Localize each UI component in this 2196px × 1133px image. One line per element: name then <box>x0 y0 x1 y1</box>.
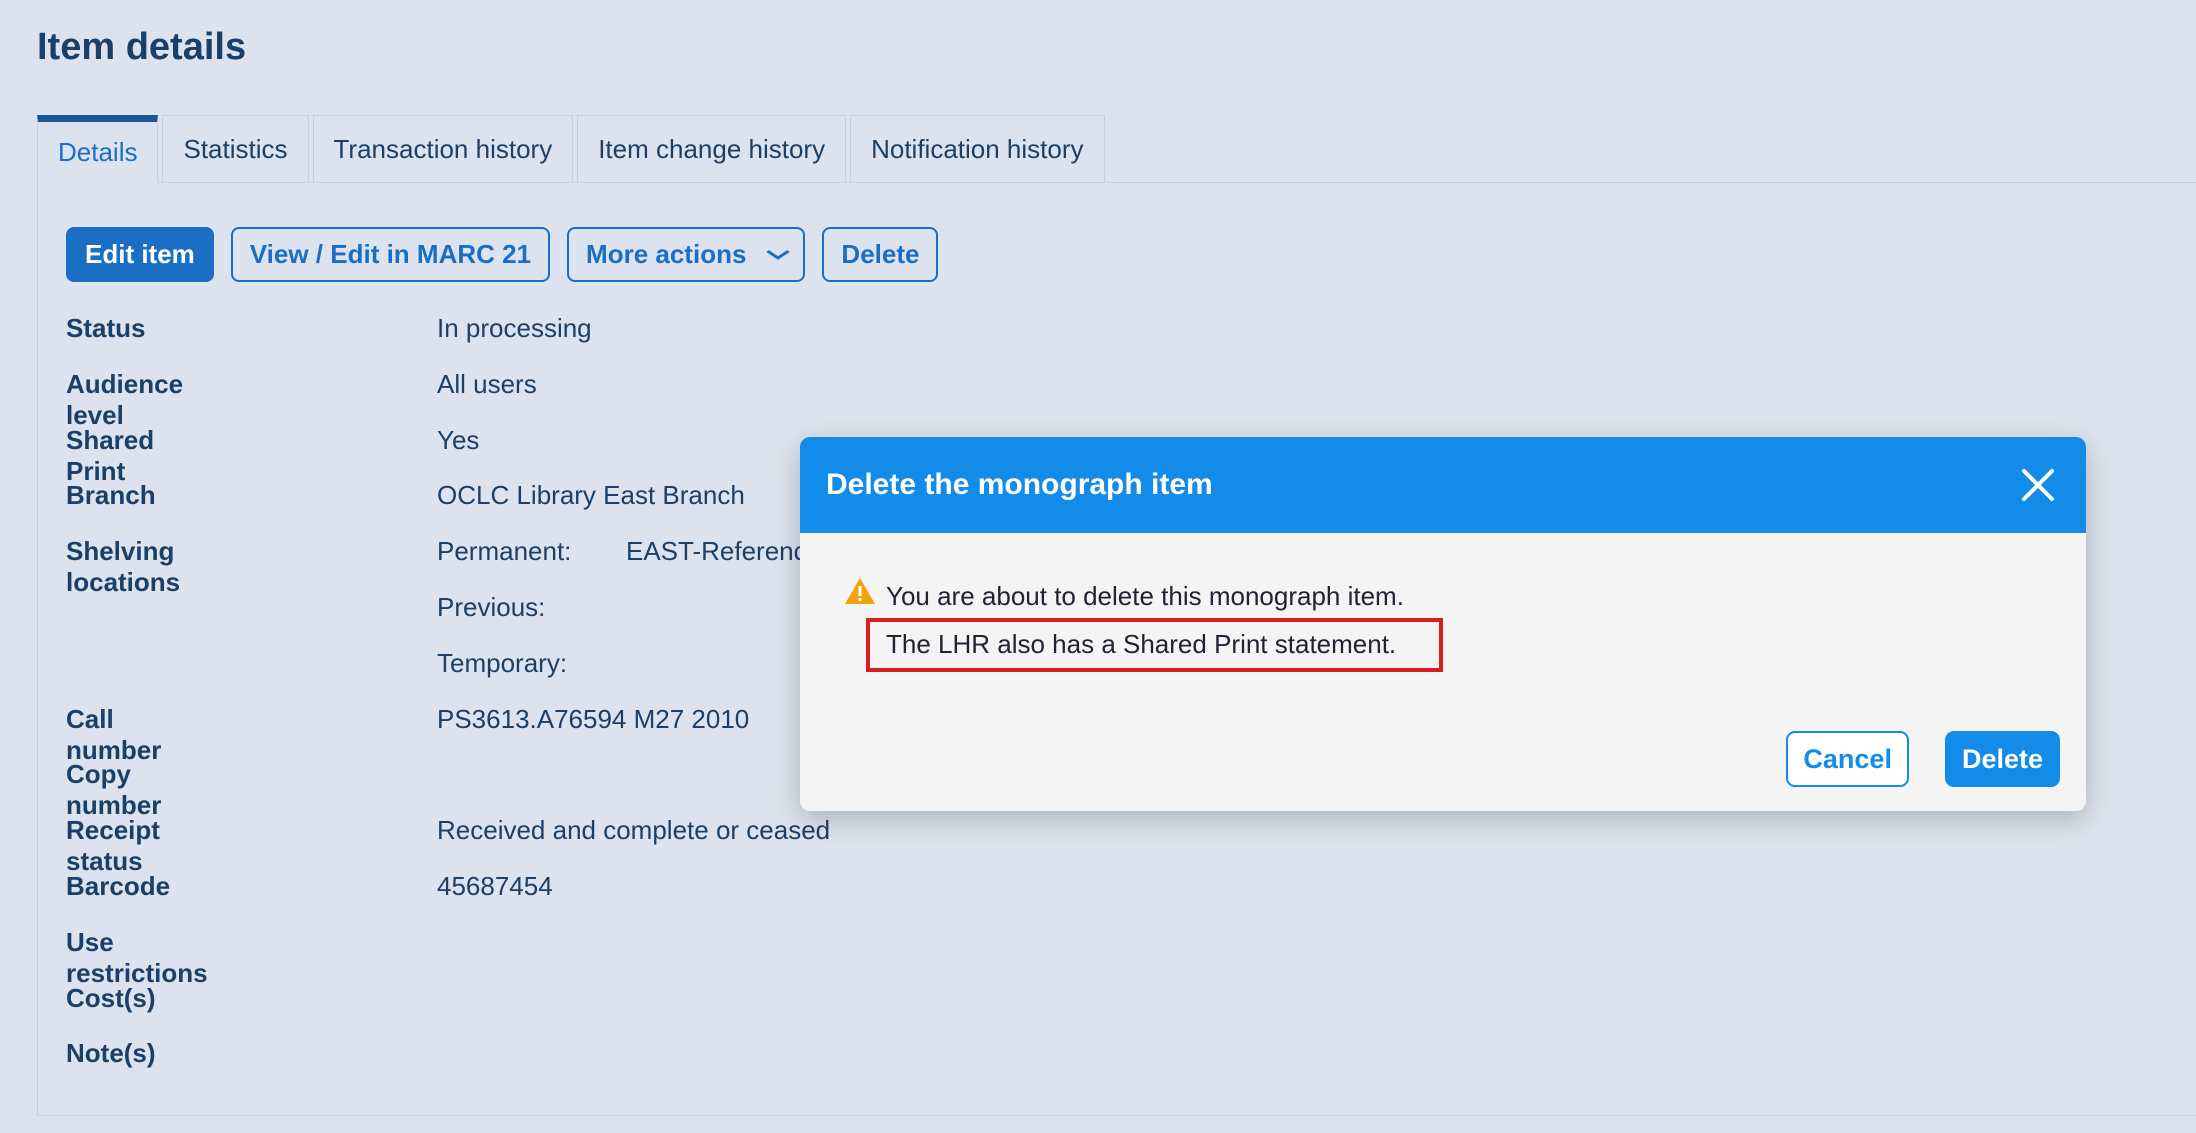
confirm-delete-button[interactable]: Delete <box>1944 731 2060 787</box>
dialog-message: You are about to delete this monograph i… <box>886 581 1404 611</box>
field-value: 45687454 <box>437 870 553 901</box>
toolbar: Edit item View / Edit in MARC 21 More ac… <box>66 227 939 282</box>
warning-icon <box>844 577 876 605</box>
field-value: OCLC Library East Branch <box>437 480 745 511</box>
tab-item-change-history[interactable]: Item change history <box>577 115 847 183</box>
close-icon[interactable] <box>2020 467 2056 503</box>
permanent-value: EAST-Reference <box>626 536 822 567</box>
view-edit-marc-button[interactable]: View / Edit in MARC 21 <box>230 227 551 282</box>
field-label: Receipt status <box>66 815 160 877</box>
field-label: Call number <box>66 703 162 765</box>
field-label: Copy number <box>66 759 162 821</box>
dialog-title: Delete the monograph item <box>826 468 1213 501</box>
tab-details[interactable]: Details <box>37 115 159 183</box>
page-title: Item details <box>37 26 247 68</box>
delete-dialog: Delete the monograph item You are about … <box>800 437 2086 811</box>
edit-item-button[interactable]: Edit item <box>66 227 214 282</box>
more-actions-button[interactable]: More actions <box>567 227 806 282</box>
field-label: Cost(s) <box>66 982 156 1013</box>
field-label: Shared Print <box>66 424 155 486</box>
cancel-button[interactable]: Cancel <box>1786 731 1909 787</box>
tab-notification-history[interactable]: Notification history <box>850 115 1105 183</box>
more-actions-label: More actions <box>586 239 747 269</box>
field-label: Audience level <box>66 368 184 430</box>
tab-bar: Details Statistics Transaction history I… <box>37 115 1105 183</box>
chevron-down-icon <box>766 244 791 265</box>
field-label: Note(s) <box>66 1038 156 1069</box>
shared-print-warning: The LHR also has a Shared Print statemen… <box>886 629 1397 659</box>
field-label: Shelving locations <box>66 536 181 598</box>
previous-label: Previous: <box>437 591 546 622</box>
tab-statistics[interactable]: Statistics <box>162 115 309 183</box>
field-label: Barcode <box>66 870 171 901</box>
dialog-actions: Cancel Delete <box>1786 731 2060 787</box>
field-label: Use restrictions <box>66 926 208 988</box>
field-value: Received and complete or ceased <box>437 815 831 846</box>
dialog-header: Delete the monograph item <box>800 437 2086 533</box>
field-label: Status <box>66 313 146 343</box>
field-value: PS3613.A76594 M27 2010 <box>437 703 750 734</box>
field-value: In processing <box>437 313 592 343</box>
permanent-label: Permanent: <box>437 536 572 567</box>
field-value: Yes <box>437 424 480 455</box>
field-value: All users <box>437 368 537 399</box>
delete-button[interactable]: Delete <box>822 227 939 282</box>
field-label: Branch <box>66 480 156 511</box>
tab-transaction-history[interactable]: Transaction history <box>312 115 574 183</box>
temporary-label: Temporary: <box>437 647 568 678</box>
